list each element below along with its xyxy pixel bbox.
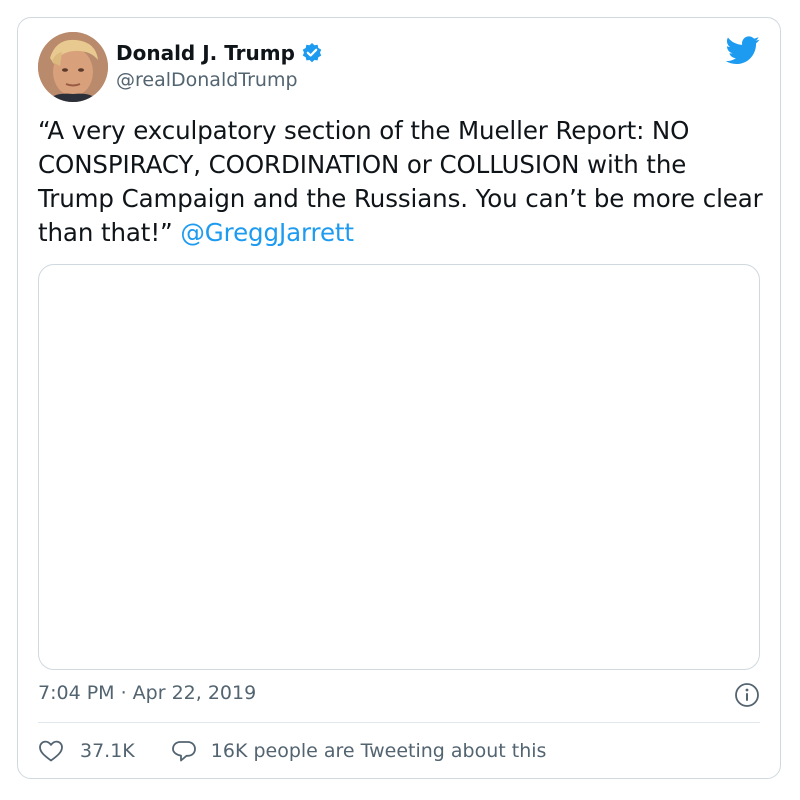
speech-bubble-icon (171, 741, 196, 762)
tweet-actions: 37.1K 16K people are Tweeting about this (38, 736, 546, 766)
author-name-row: Donald J. Trump (116, 40, 323, 66)
tweet-card: Donald J. Trump @realDonaldTrump “A very… (17, 17, 781, 779)
heart-icon (39, 740, 63, 762)
tweet-media-placeholder[interactable] (38, 264, 760, 670)
divider (38, 722, 760, 723)
verified-badge-icon (301, 42, 323, 64)
like-button[interactable]: 37.1K (38, 739, 135, 763)
tweet-mention-link[interactable]: @GreggJarrett (180, 218, 354, 247)
tweet-text: “A very exculpatory section of the Muell… (38, 116, 763, 247)
tweeting-about-text: 16K people are Tweeting about this (210, 740, 547, 762)
like-count: 37.1K (80, 740, 135, 762)
author-avatar[interactable] (38, 32, 108, 102)
twitter-bird-icon[interactable] (725, 36, 760, 66)
tweeting-about-link[interactable]: 16K people are Tweeting about this (171, 739, 547, 763)
author-handle[interactable]: @realDonaldTrump (116, 69, 298, 91)
tweet-body: “A very exculpatory section of the Muell… (38, 114, 763, 250)
tweet-timestamp[interactable]: 7:04 PM · Apr 22, 2019 (38, 682, 256, 704)
info-icon[interactable] (734, 682, 760, 708)
author-display-name[interactable]: Donald J. Trump (116, 41, 295, 65)
avatar-portrait-icon (38, 32, 108, 102)
